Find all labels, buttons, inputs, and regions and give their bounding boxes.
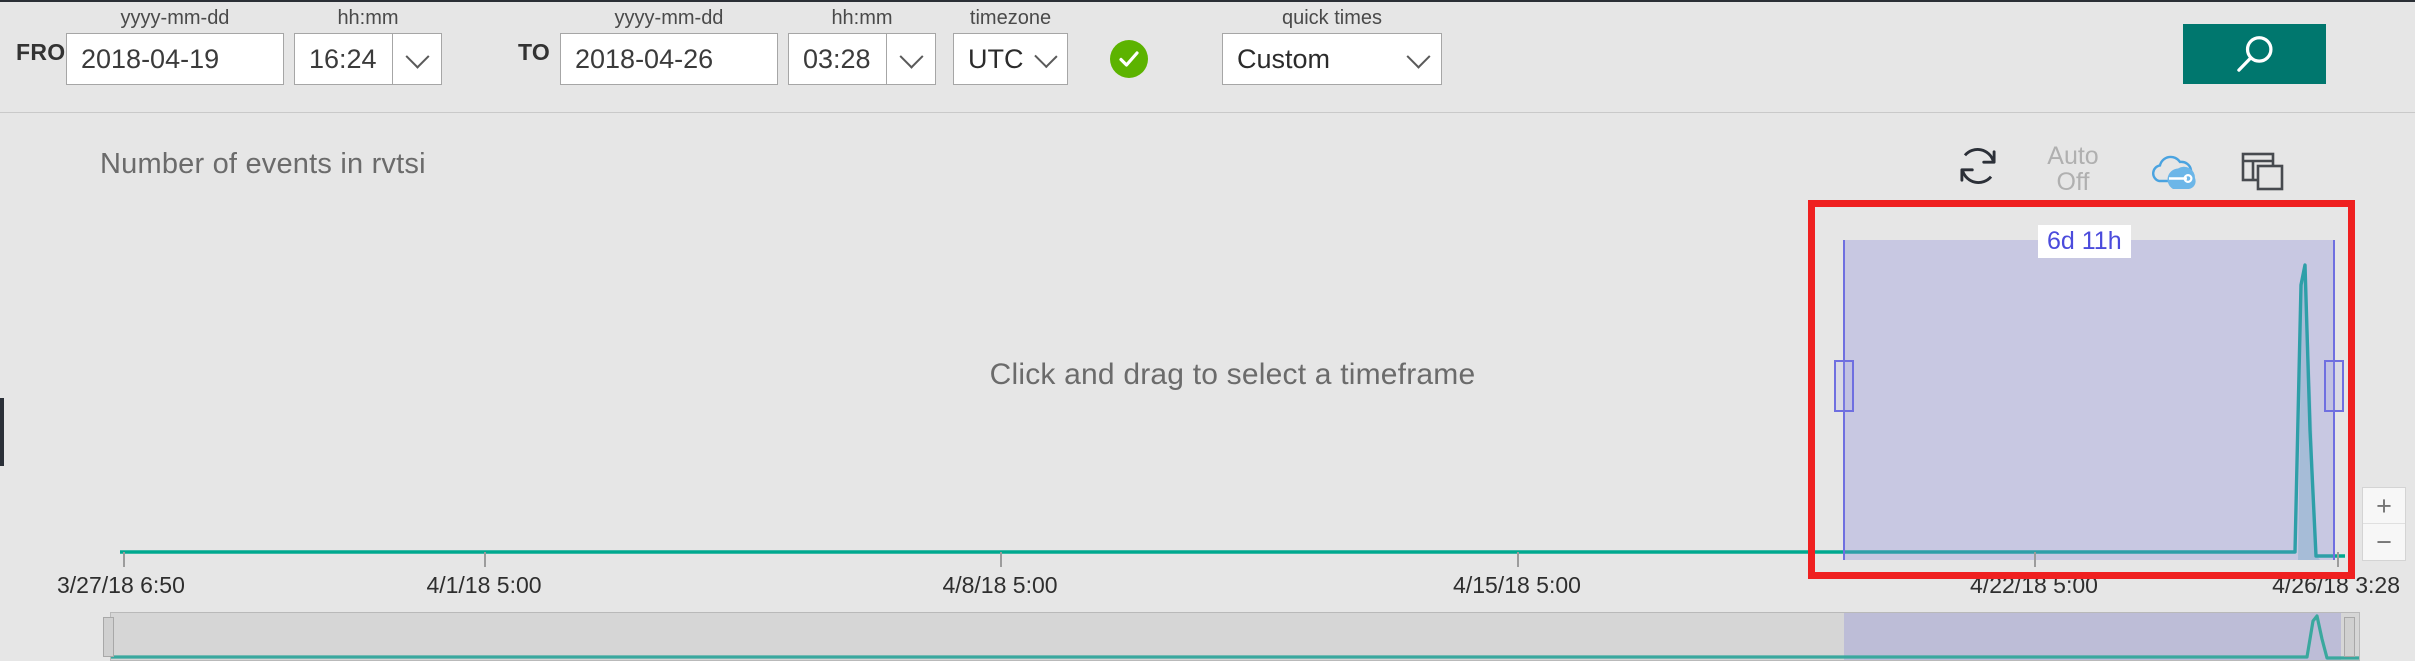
to-time-caption: hh:mm [831, 7, 893, 29]
axis-label: 4/1/18 5:00 [426, 572, 542, 598]
panel-edge-marker [0, 398, 4, 466]
validation-status-badge [1110, 40, 1148, 78]
quick-times-group: quick times Custom [1222, 6, 1442, 85]
timeline-navigator[interactable] [103, 612, 2360, 661]
search-button[interactable] [2183, 24, 2326, 84]
timezone-group: timezone UTC [953, 6, 1068, 85]
navigator-handle-right[interactable] [2344, 617, 2355, 657]
timezone-caption: timezone [969, 7, 1052, 29]
page-title: Number of events in rvtsi [100, 148, 426, 180]
timezone-select[interactable]: UTC [953, 33, 1068, 85]
from-date-group: yyyy-mm-dd 2018-04-19 [66, 6, 284, 85]
x-axis: 3/27/18 6:50 4/1/18 5:00 4/8/18 5:00 4/1… [0, 552, 2415, 602]
quick-times-caption: quick times [1281, 7, 1383, 29]
axis-tick [2337, 552, 2339, 567]
selection-duration-badge: 6d 11h [2038, 225, 2131, 258]
timezone-value: UTC [968, 43, 1024, 74]
to-date-input[interactable]: 2018-04-26 [560, 33, 778, 85]
cloud-upload-button[interactable] [2145, 143, 2201, 195]
selection-handle-right[interactable] [2324, 360, 2344, 412]
axis-tick [484, 552, 486, 567]
zoom-controls: + − [2362, 487, 2406, 561]
chevron-down-icon [1033, 44, 1057, 68]
search-icon [2236, 36, 2273, 72]
axis-tick [1000, 552, 1002, 567]
from-time-group: hh:mm 16:24 [294, 6, 442, 85]
axis-label: 4/8/18 5:00 [942, 572, 1058, 598]
zoom-in-button[interactable]: + [2363, 488, 2405, 524]
to-date-caption: yyyy-mm-dd [614, 7, 724, 29]
chevron-down-icon [404, 44, 430, 69]
navigator-handle-left[interactable] [103, 617, 114, 657]
selection-handle-left[interactable] [1834, 360, 1854, 412]
navigator-series [111, 614, 2359, 660]
auto-refresh-status[interactable]: Auto Off [2027, 143, 2119, 195]
axis-tick [2034, 552, 2036, 567]
axis-tick [1517, 552, 1519, 567]
refresh-button[interactable] [1955, 143, 2001, 189]
refresh-icon [1960, 148, 1996, 184]
auto-refresh-label: Auto [2047, 142, 2099, 170]
cloud-upload-icon [2152, 155, 2196, 189]
to-time-dropdown-button[interactable] [886, 33, 936, 85]
quick-times-value: Custom [1237, 43, 1331, 74]
quick-times-select[interactable]: Custom [1222, 33, 1442, 85]
from-time-caption: hh:mm [337, 7, 399, 29]
from-time-input[interactable]: 16:24 [294, 33, 392, 85]
axis-label: 4/15/18 5:00 [1453, 572, 1581, 598]
axis-label: 3/27/18 6:50 [57, 572, 185, 598]
time-range-toolbar: FROM yyyy-mm-dd 2018-04-19 hh:mm 16:24 T… [0, 0, 2415, 113]
zoom-out-button[interactable]: − [2363, 524, 2405, 560]
chevron-down-icon [1406, 44, 1431, 69]
from-time-dropdown-button[interactable] [392, 33, 442, 85]
axis-label: 4/22/18 5:00 [1970, 572, 2098, 598]
to-label: TO [518, 39, 551, 65]
to-time-group: hh:mm 03:28 [788, 6, 936, 85]
timeframe-selection[interactable] [1834, 240, 2344, 560]
axis-tick [123, 552, 125, 567]
from-date-caption: yyyy-mm-dd [120, 7, 230, 29]
check-icon [1119, 51, 1139, 67]
table-view-button[interactable] [2201, 143, 2287, 193]
to-time-input[interactable]: 03:28 [788, 33, 886, 85]
navigator-inner [111, 613, 2359, 660]
chevron-down-icon [898, 44, 924, 69]
axis-label: 4/26/18 3:28 [2272, 572, 2400, 598]
table-view-icon [2241, 152, 2284, 191]
to-date-group: yyyy-mm-dd 2018-04-26 [560, 6, 778, 85]
app-root: FROM yyyy-mm-dd 2018-04-19 hh:mm 16:24 T… [0, 0, 2415, 661]
from-date-input[interactable]: 2018-04-19 [66, 33, 284, 85]
